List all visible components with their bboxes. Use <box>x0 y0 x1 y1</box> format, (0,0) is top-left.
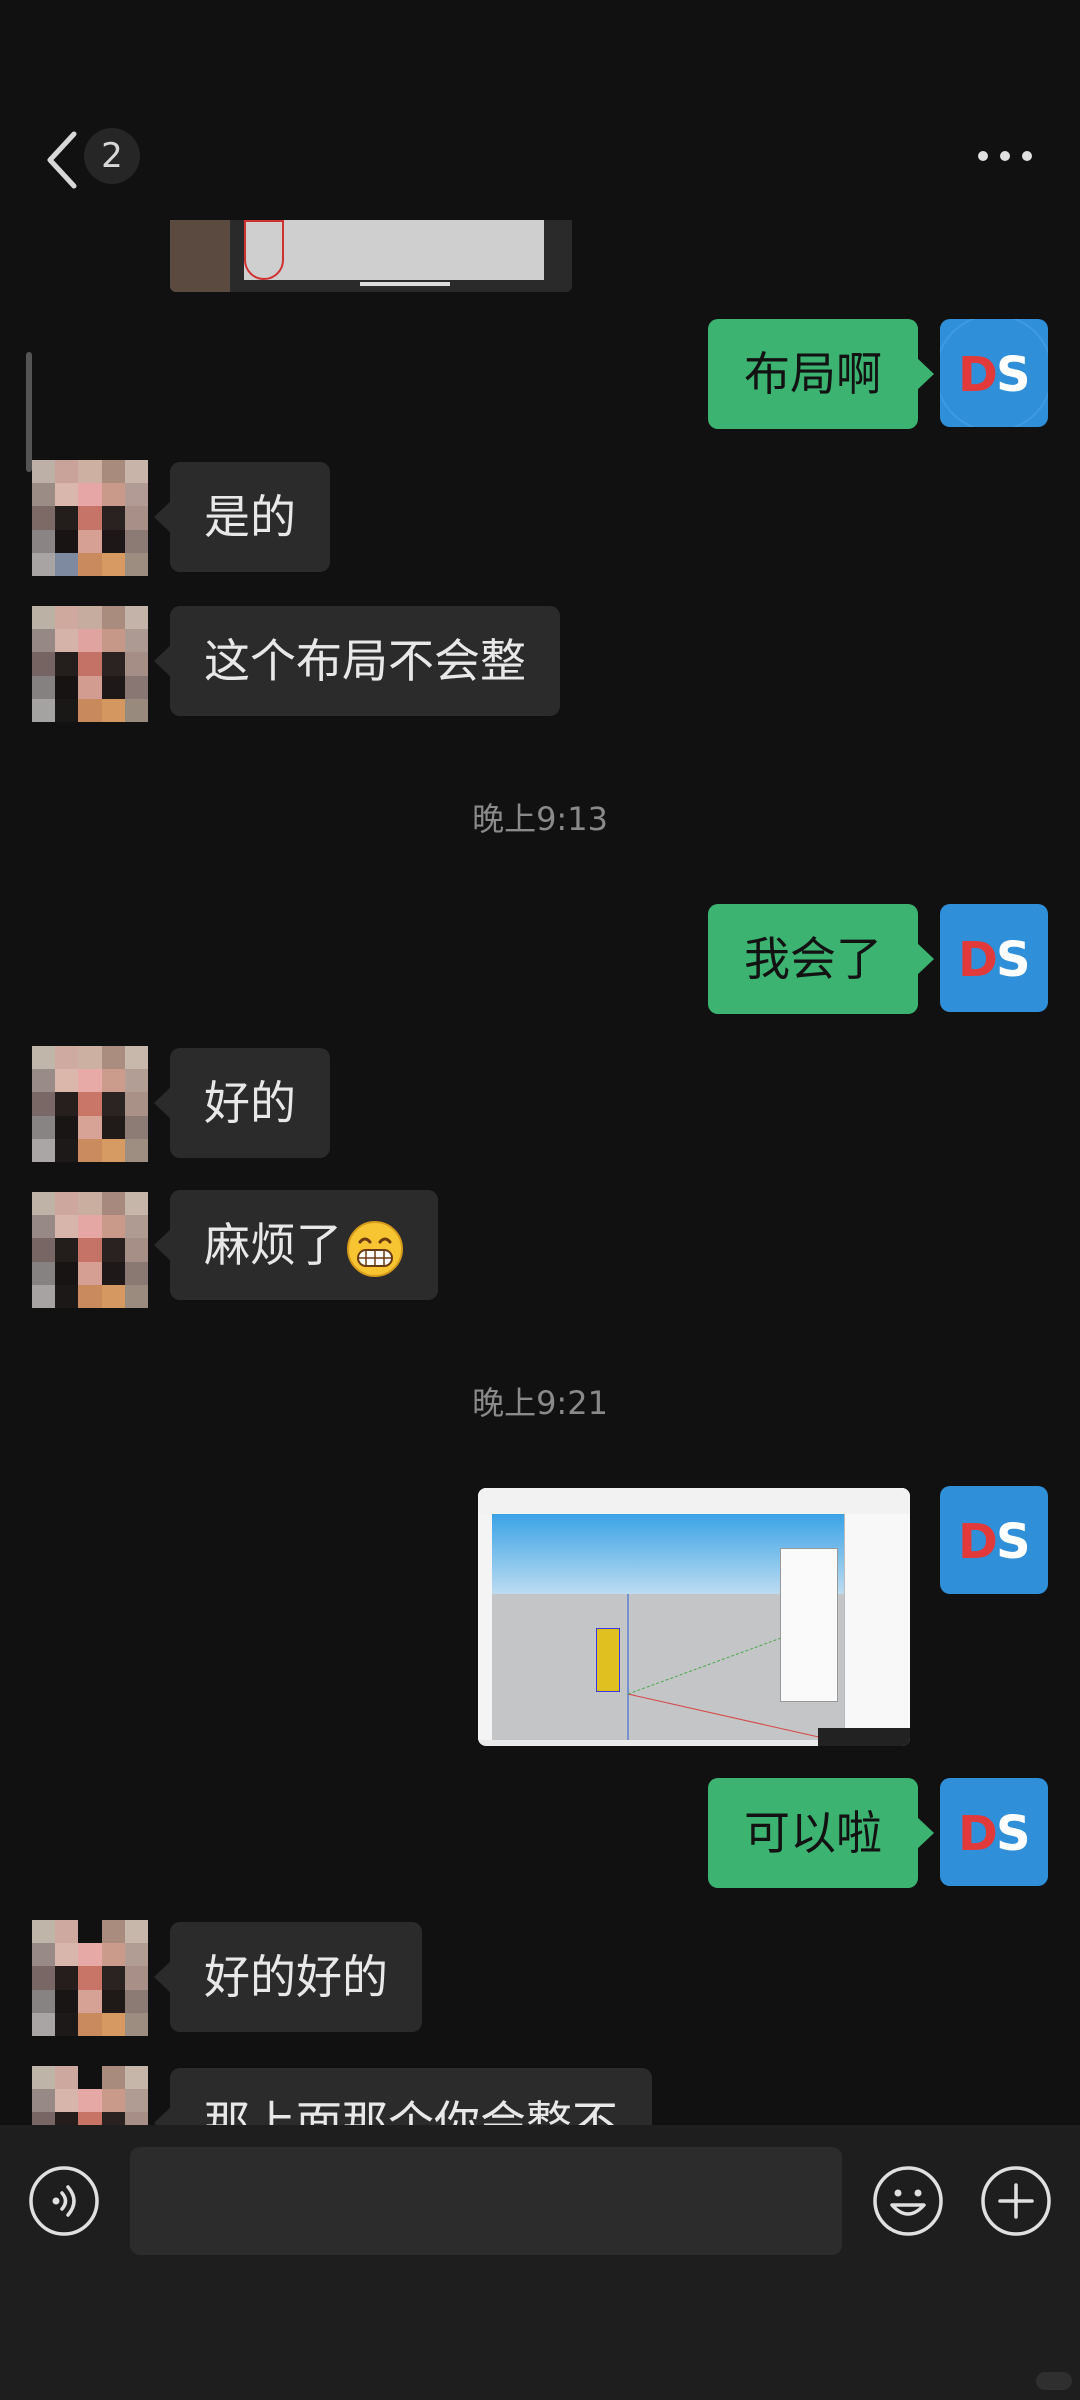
message-timestamp: 晚上9:13 <box>472 800 608 838</box>
message-bubble-incoming[interactable]: 麻烦了 <box>154 1190 438 1300</box>
avatar-self[interactable]: D S <box>940 904 1048 1012</box>
unread-count-badge[interactable]: 2 <box>84 128 140 184</box>
message-bubble-incoming[interactable]: 那上面那个你会整不 <box>154 2068 652 2125</box>
back-arrow-icon[interactable] <box>44 128 84 192</box>
avatar-letter: S <box>996 932 1031 988</box>
grinning-emoji-icon <box>347 1220 403 1277</box>
avatar-contact[interactable] <box>32 1046 148 1162</box>
avatar-contact[interactable] <box>32 1192 148 1308</box>
avatar-letter: D <box>958 1514 998 1570</box>
avatar-self[interactable]: D S <box>940 319 1048 427</box>
image-figure-region <box>596 1628 620 1692</box>
image-toolbar-region <box>478 1514 493 1740</box>
avatar-letter: S <box>996 1806 1031 1862</box>
message-bubble-incoming[interactable]: 是的 <box>154 462 330 572</box>
voice-input-icon[interactable] <box>28 2165 100 2237</box>
image-region <box>360 282 450 286</box>
message-bubble-outgoing[interactable]: 我会了 <box>708 904 934 1014</box>
message-text: 麻烦了 <box>204 1218 342 1272</box>
avatar-self[interactable]: D S <box>940 1778 1048 1886</box>
chat-header <box>0 100 1080 210</box>
avatar-letter: D <box>958 932 998 988</box>
image-region <box>244 220 284 280</box>
message-bubble-incoming[interactable]: 这个布局不会整 <box>154 606 560 716</box>
message-bubble-incoming[interactable]: 好的好的 <box>154 1922 422 2032</box>
plus-icon[interactable] <box>980 2165 1052 2237</box>
avatar-contact[interactable] <box>32 460 148 576</box>
avatar-letter: D <box>958 1806 998 1862</box>
message-bubble-incoming[interactable]: 好的 <box>154 1048 330 1158</box>
image-region <box>244 220 544 280</box>
avatar-letter: S <box>996 347 1031 403</box>
emoji-icon[interactable] <box>872 2165 944 2237</box>
avatar-self[interactable]: D S <box>940 1486 1048 1594</box>
image-panel-region <box>780 1548 838 1702</box>
image-toolbar-region <box>478 1488 910 1515</box>
message-image-partial[interactable] <box>170 220 572 292</box>
input-bar <box>0 2125 1080 2400</box>
message-input[interactable] <box>130 2147 842 2255</box>
avatar-letter: D <box>958 347 998 403</box>
scroll-indicator <box>26 352 32 472</box>
image-panel-region <box>844 1514 910 1740</box>
image-region <box>170 220 230 292</box>
message-bubble-outgoing[interactable]: 可以啦 <box>708 1778 934 1888</box>
avatar-contact[interactable] <box>32 1920 148 2036</box>
message-image-sketchup-screenshot[interactable] <box>478 1488 910 1746</box>
image-status-region <box>818 1728 910 1746</box>
avatar-contact[interactable] <box>32 606 148 722</box>
avatar-letter: S <box>996 1514 1031 1570</box>
avatar-contact[interactable] <box>32 2066 148 2125</box>
watermark-badge <box>1036 2372 1072 2390</box>
message-timestamp: 晚上9:21 <box>472 1384 608 1422</box>
more-options-icon[interactable] <box>975 144 1035 168</box>
message-bubble-outgoing[interactable]: 布局啊 <box>708 319 934 429</box>
message-list[interactable]: 布局啊 D S 是的 这个布局不会整 晚上9:13 我会了 D S 好的 麻烦了… <box>0 210 1080 2125</box>
